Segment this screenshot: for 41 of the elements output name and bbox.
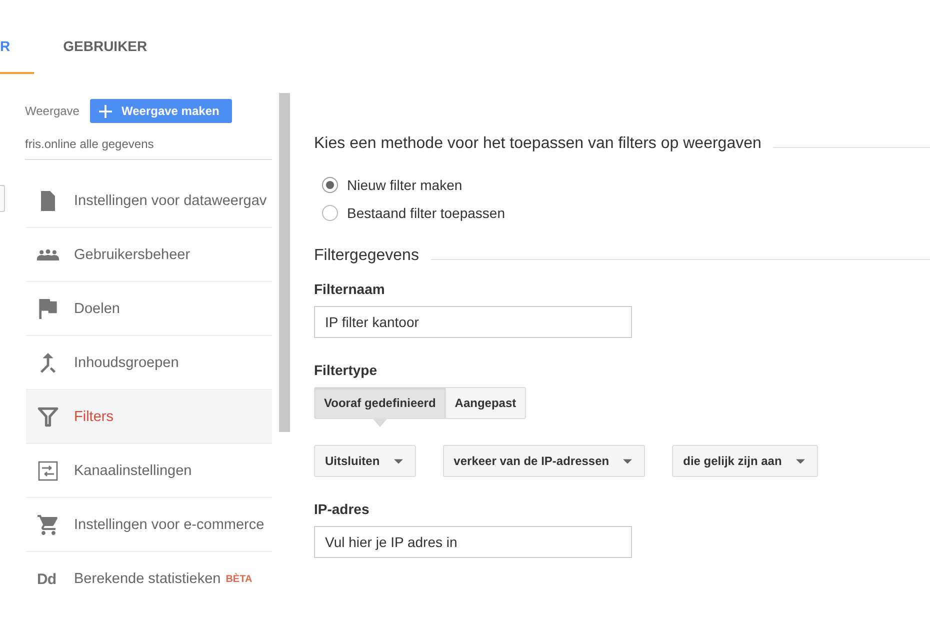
- radio-button[interactable]: [322, 177, 338, 193]
- field-label: IP-adres: [314, 501, 370, 519]
- sidebar-item[interactable]: Instellingen voor e-commerce: [26, 498, 272, 552]
- sidebar-item[interactable]: Instellingen voor dataweergav: [26, 174, 272, 228]
- view-label: Weergave: [25, 104, 80, 118]
- pointer-icon: [372, 419, 387, 427]
- flag-icon: [37, 298, 59, 318]
- channel-settings-icon: [37, 460, 59, 480]
- caret-icon: [394, 458, 403, 464]
- cart-icon: [37, 514, 59, 534]
- dropdown[interactable]: die gelijk zijn aan: [672, 445, 818, 477]
- radio-label[interactable]: Nieuw filter maken: [347, 177, 462, 193]
- tab[interactable]: R: [0, 20, 34, 74]
- radio-button[interactable]: [322, 205, 338, 221]
- field-edge[interactable]: [0, 185, 5, 212]
- dropdown[interactable]: verkeer van de IP-adressen: [442, 445, 646, 477]
- dropdown[interactable]: Uitsluiten: [314, 445, 416, 477]
- sidebar-item[interactable]: Doelen: [26, 282, 272, 336]
- section-heading: Kies een methode voor het toepassen van filters op weergaven: [314, 135, 762, 153]
- caret-icon: [796, 458, 805, 464]
- radio-label[interactable]: Bestaand filter toepassen: [347, 205, 505, 221]
- tab[interactable]: GEBRUIKER: [34, 20, 176, 74]
- sidebar-item[interactable]: Filters: [26, 390, 272, 444]
- filter-type-tab[interactable]: Vooraf gedefinieerd: [314, 387, 446, 419]
- metrics-icon: Dd: [37, 570, 59, 588]
- sidebar-item[interactable]: Gebruikersbeheer: [26, 228, 272, 282]
- filter-icon: [37, 406, 59, 426]
- sidebar-item[interactable]: Kanaalinstellingen: [26, 444, 272, 498]
- scrollbar[interactable]: [279, 93, 290, 432]
- caret-icon: [623, 458, 632, 464]
- filter-type-tab[interactable]: Aangepast: [446, 387, 526, 419]
- ip-address-field[interactable]: Vul hier je IP adres in: [314, 526, 632, 558]
- create-view-button[interactable]: Weergave maken: [90, 99, 232, 123]
- field-label: Filternaam: [314, 281, 385, 299]
- filter-name-field[interactable]: IP filter kantoor: [314, 306, 632, 338]
- section-heading: Filtergegevens: [314, 247, 419, 265]
- sidebar-item[interactable]: Dd Berekende statistieken BÈTA: [26, 552, 272, 606]
- plus-icon: [99, 104, 112, 118]
- view-name: fris.online alle gegevens: [25, 137, 272, 160]
- field-label: Filtertype: [314, 362, 378, 380]
- beta-label: BÈTA: [226, 574, 252, 584]
